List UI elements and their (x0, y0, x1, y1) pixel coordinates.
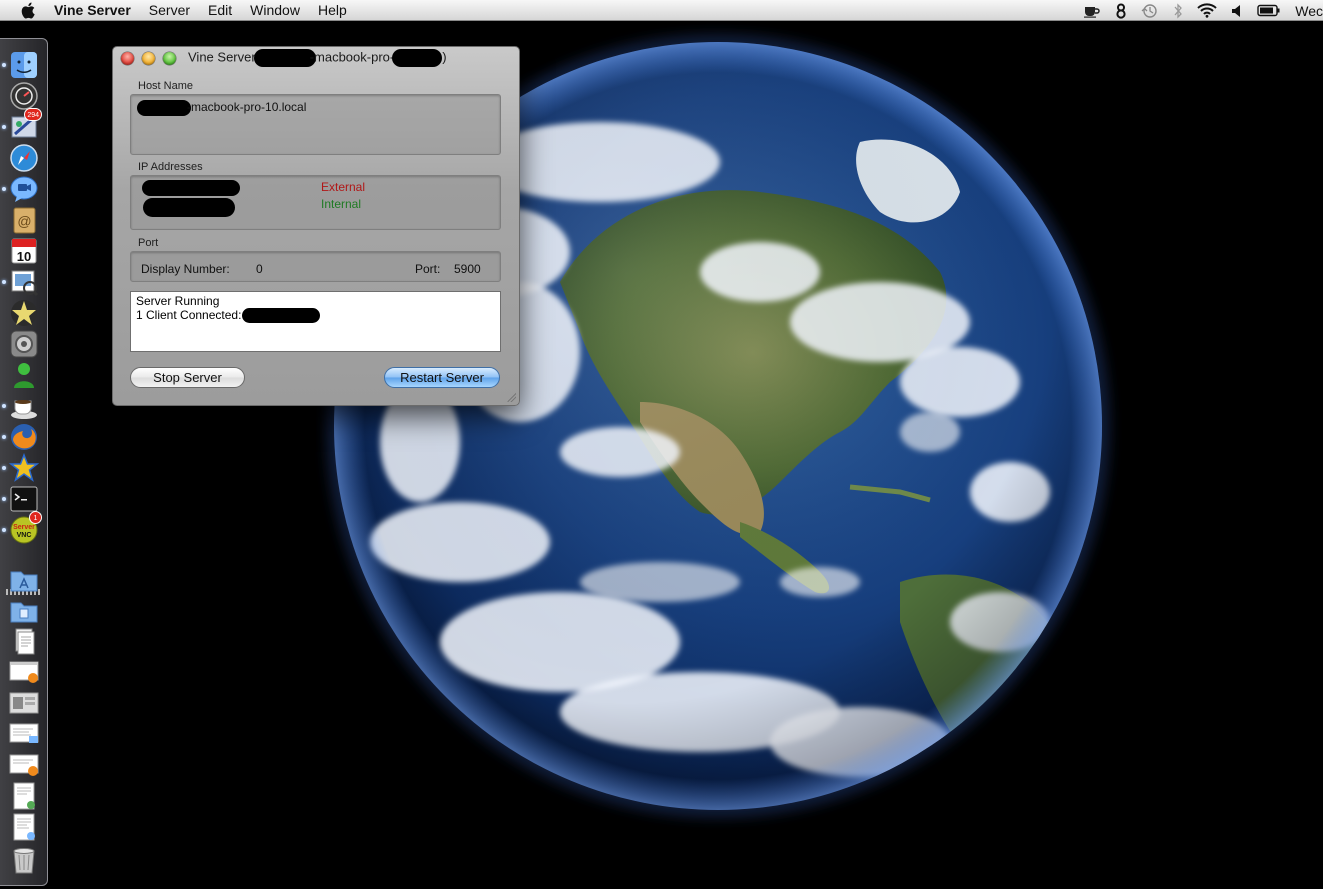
ip-internal-label: Internal (321, 197, 362, 211)
stop-server-button[interactable]: Stop Server (130, 367, 245, 388)
host-name-value: -macbook-pro-10.local (137, 100, 306, 116)
address-book-icon[interactable]: @ (9, 205, 39, 235)
running-indicator (2, 528, 6, 532)
display-number-label: Display Number: (141, 262, 230, 276)
running-indicator (2, 404, 6, 408)
minimize-button[interactable] (142, 51, 155, 65)
minimized-window-1-icon[interactable] (9, 657, 39, 687)
ip-addresses-box: External Internal (130, 175, 501, 230)
menu-app-vine-server[interactable]: Vine Server (54, 2, 131, 18)
restart-server-button[interactable]: Restart Server (384, 367, 500, 388)
port-field-label: Port: (415, 262, 441, 276)
menu-window[interactable]: Window (250, 2, 300, 18)
system-preferences-icon[interactable] (9, 329, 39, 359)
running-indicator (2, 280, 6, 284)
port-label: Port (138, 237, 159, 249)
wifi-icon[interactable] (1197, 3, 1217, 18)
menu-clock[interactable]: Wec (1295, 3, 1323, 19)
calendar-day: 10 (17, 249, 31, 264)
minimized-document-1-icon[interactable] (9, 781, 39, 811)
document-stack-icon[interactable] (9, 626, 39, 656)
bluetooth-icon[interactable] (1173, 2, 1183, 19)
window-title-prefix: Vine Server (188, 49, 256, 65)
vlc-star-icon[interactable] (2, 453, 39, 483)
status-line-running: Server Running (136, 294, 220, 308)
ichat-icon[interactable] (2, 174, 39, 204)
volume-icon[interactable] (1231, 4, 1243, 18)
svg-text:@: @ (17, 213, 31, 229)
ical-icon[interactable]: 10 (9, 236, 39, 266)
host-name-box: -macbook-pro-10.local (130, 94, 501, 155)
window-titlebar[interactable]: Vine Server -macbook-pro-) (113, 47, 519, 69)
display-number-value[interactable]: 0 (256, 262, 263, 276)
menu-edit[interactable]: Edit (208, 2, 232, 18)
documents-folder-icon[interactable] (9, 595, 39, 625)
redacted-internal-ip (143, 198, 235, 217)
menu-bar: Vine Server Server Edit Window Help Wec (0, 0, 1323, 21)
ip-addresses-label: IP Addresses (138, 161, 203, 173)
preview-icon[interactable] (2, 267, 39, 297)
applications-folder-icon[interactable] (9, 564, 39, 594)
time-machine-icon[interactable] (1141, 3, 1159, 19)
close-button[interactable] (121, 51, 134, 65)
vine-badge: 1 (29, 511, 42, 524)
vine-server-window: Vine Server -macbook-pro-) Host Name -mac… (112, 46, 520, 406)
menu-server[interactable]: Server (149, 2, 190, 18)
minimized-document-2-icon[interactable] (9, 812, 39, 842)
svg-text:VNC: VNC (17, 532, 32, 539)
window-controls (121, 51, 184, 65)
finder-icon[interactable] (2, 50, 39, 80)
port-box: Display Number: 0 Port: 5900 (130, 251, 501, 282)
imovie-icon[interactable] (9, 298, 39, 328)
running-indicator (2, 466, 6, 470)
dashboard-icon[interactable] (9, 81, 39, 111)
user-figure-icon[interactable] (9, 360, 39, 390)
vine-server-icon[interactable]: Server VNC 1 (2, 511, 42, 545)
minimized-window-2-icon[interactable] (9, 688, 39, 718)
running-indicator (2, 497, 6, 501)
mail-badge: 294 (24, 108, 42, 121)
terminal-icon[interactable] (2, 484, 39, 514)
window-title-middle: -macbook-pro- (309, 49, 395, 65)
host-name-label: Host Name (138, 80, 194, 92)
numeral-8-icon[interactable] (1115, 3, 1127, 19)
firefox-icon[interactable] (2, 422, 39, 452)
redacted-region (137, 100, 191, 116)
status-menus: Wec (1069, 0, 1323, 21)
server-status-log[interactable]: Server Running 1 Client Connected: (130, 291, 501, 352)
running-indicator (2, 63, 6, 67)
clients-connected-text: 1 Client Connected: (136, 308, 242, 322)
svg-text:Server: Server (13, 524, 35, 531)
redacted-region (253, 49, 316, 67)
safari-icon[interactable] (9, 143, 39, 173)
running-indicator (2, 435, 6, 439)
zoom-button[interactable] (163, 51, 176, 65)
mail-icon[interactable]: 294 (2, 108, 42, 142)
battery-icon[interactable] (1257, 4, 1281, 17)
redacted-region (392, 49, 443, 67)
dock: 294 @ 10 Server VNC 1 (0, 38, 48, 886)
coffee-cup-icon[interactable] (1083, 4, 1101, 18)
redacted-external-ip (142, 180, 240, 196)
coffee-app-icon[interactable] (2, 391, 39, 421)
window-title: Vine Server -macbook-pro-) (188, 49, 447, 67)
minimized-window-4-icon[interactable] (9, 750, 39, 780)
trash-icon[interactable] (9, 845, 39, 875)
port-value[interactable]: 5900 (454, 262, 481, 276)
running-indicator (2, 187, 6, 191)
window-title-suffix: ) (442, 49, 447, 65)
resize-grip[interactable] (506, 392, 516, 402)
status-line-clients: 1 Client Connected: (136, 308, 495, 324)
running-indicator (2, 125, 6, 129)
ip-external-label: External (321, 180, 366, 194)
apple-menu-icon[interactable] (18, 0, 38, 20)
redacted-region (242, 308, 321, 324)
host-name-text: -macbook-pro-10.local (187, 100, 307, 115)
menu-help[interactable]: Help (318, 2, 347, 18)
minimized-window-3-icon[interactable] (9, 719, 39, 749)
